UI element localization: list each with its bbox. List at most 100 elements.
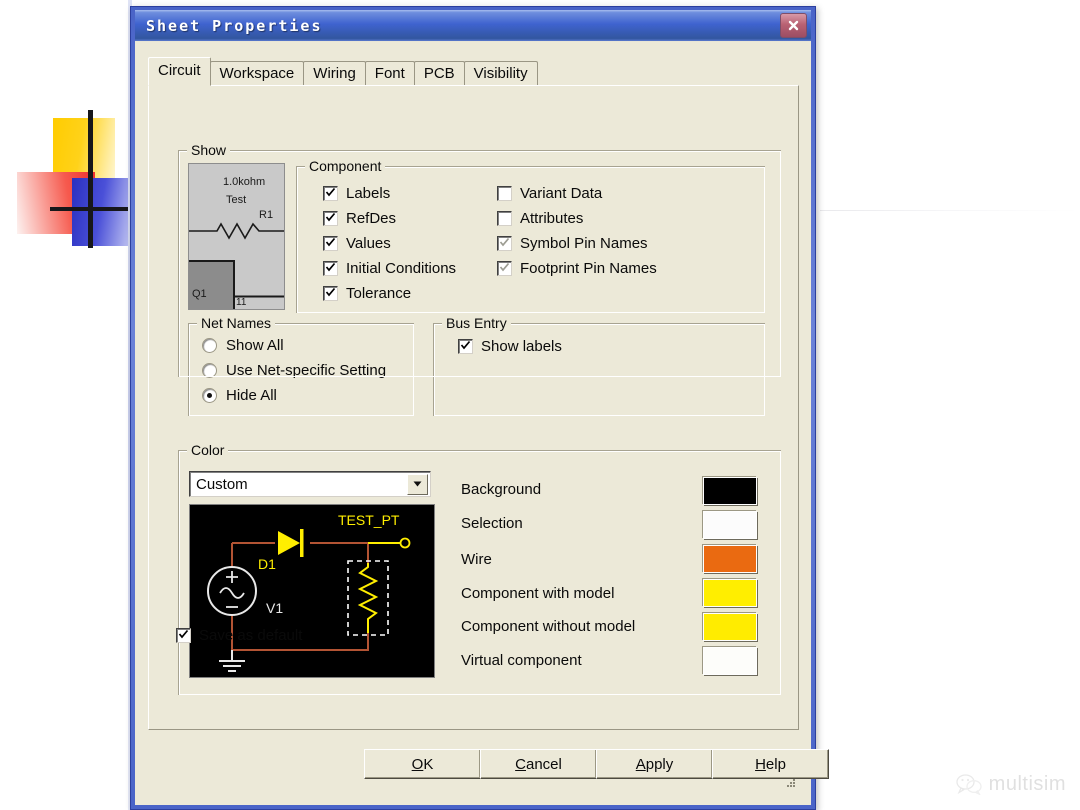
- watermark-text: multisim: [988, 773, 1066, 795]
- swatch-component-with-model[interactable]: [703, 579, 757, 607]
- svg-text:D1: D1: [258, 556, 276, 572]
- swatch-label-wire: Wire: [461, 551, 492, 568]
- tab-circuit[interactable]: Circuit: [148, 57, 211, 86]
- swatch-label-component-with-model: Component with model: [461, 585, 615, 602]
- checkbox-attributes-label: Attributes: [520, 210, 584, 227]
- ok-accel: O: [411, 755, 424, 773]
- radio-hide-all-label: Hide All: [226, 387, 277, 404]
- checkbox-symbol-pin-names: Symbol Pin Names: [497, 235, 648, 252]
- cancel-button[interactable]: Cancel: [480, 749, 597, 779]
- checkbox-symbol-pin-names-box: [497, 236, 512, 251]
- circuit-schematic-icon: TEST_PT D1 V1: [207, 512, 411, 672]
- checkbox-initial-conditions[interactable]: Initial Conditions: [323, 260, 456, 277]
- show-group: Show 1.0kohm Test R1 Q1 11 Component Lab…: [178, 142, 781, 416]
- color-scheme-dropdown[interactable]: Custom: [189, 471, 431, 497]
- checkbox-refdes-label: RefDes: [346, 210, 397, 227]
- radio-show-all[interactable]: Show All: [202, 337, 284, 354]
- dialog-button-bar: OK Cancel Apply Help: [148, 734, 829, 792]
- checkmark-icon: [460, 340, 471, 350]
- checkbox-show-labels-label: Show labels: [481, 338, 562, 355]
- tab-workspace[interactable]: Workspace: [209, 61, 305, 85]
- swatch-label-background: Background: [461, 481, 542, 498]
- window-title: Sheet Properties: [146, 16, 323, 35]
- bus-entry-group-title: Bus Entry: [442, 315, 511, 331]
- swatch-background[interactable]: [703, 477, 757, 505]
- swatch-wire[interactable]: [703, 545, 757, 573]
- decorative-background-art: [0, 0, 130, 810]
- checkbox-show-labels[interactable]: Show labels: [458, 338, 562, 355]
- svg-text:V1: V1: [266, 600, 283, 616]
- tab-wiring[interactable]: Wiring: [303, 61, 366, 85]
- watermark: multisim: [956, 773, 1066, 796]
- show-group-title: Show: [187, 142, 231, 158]
- tab-pcb[interactable]: PCB: [413, 61, 465, 85]
- chevron-down-icon: [407, 473, 428, 495]
- bus-entry-group: Bus Entry Show labels: [433, 315, 765, 416]
- tab-page-circuit: Show 1.0kohm Test R1 Q1 11 Component Lab…: [148, 85, 799, 730]
- dialog-client-area: Circuit Workspace Wiring Font PCB Visibi…: [135, 41, 829, 805]
- help-button[interactable]: Help: [712, 749, 829, 779]
- checkbox-variant-data-label: Variant Data: [520, 185, 603, 202]
- preview-name-label: Test: [226, 194, 247, 206]
- decor-blue-square: [72, 178, 128, 246]
- component-group-title: Component: [305, 158, 386, 174]
- tab-visibility[interactable]: Visibility: [463, 61, 538, 85]
- checkbox-values-label: Values: [346, 235, 391, 252]
- checkmark-icon: [325, 287, 336, 297]
- checkmark-icon: [325, 187, 336, 197]
- resize-grip-icon[interactable]: [784, 777, 797, 790]
- tab-font[interactable]: Font: [364, 61, 415, 85]
- net-names-group: Net Names Show All Use Net-specific Sett…: [188, 315, 414, 416]
- checkbox-symbol-pin-names-label: Symbol Pin Names: [520, 235, 648, 252]
- radio-use-net-specific[interactable]: Use Net-specific Setting: [202, 362, 386, 379]
- decor-faint-line: [820, 210, 1080, 211]
- wechat-icon: [956, 774, 982, 795]
- checkbox-variant-data[interactable]: Variant Data: [497, 185, 602, 202]
- checkbox-labels-label: Labels: [346, 185, 391, 202]
- checkbox-refdes[interactable]: RefDes: [323, 210, 396, 227]
- help-accel: H: [755, 755, 766, 773]
- help-rest: elp: [765, 755, 786, 773]
- close-button[interactable]: [780, 13, 807, 38]
- checkbox-show-labels-box: [458, 339, 473, 354]
- apply-rest: pply: [645, 755, 674, 773]
- checkbox-refdes-box: [323, 211, 338, 226]
- checkbox-tolerance-label: Tolerance: [346, 285, 412, 302]
- checkbox-values[interactable]: Values: [323, 235, 391, 252]
- svg-text:TEST_PT: TEST_PT: [338, 512, 400, 528]
- radio-use-net-specific-label: Use Net-specific Setting: [226, 362, 387, 379]
- swatch-virtual-component[interactable]: [703, 647, 757, 675]
- decor-yellow-square: [53, 118, 115, 180]
- decor-vertical-bar: [88, 110, 93, 248]
- checkbox-variant-data-box: [497, 186, 512, 201]
- radio-hide-all-circle: [202, 388, 217, 403]
- checkbox-attributes-box: [497, 211, 512, 226]
- ok-button[interactable]: OK: [364, 749, 481, 779]
- checkbox-attributes[interactable]: Attributes: [497, 210, 583, 227]
- checkmark-icon: [499, 237, 510, 247]
- radio-show-all-label: Show All: [226, 337, 284, 354]
- checkmark-icon: [325, 212, 336, 222]
- checkmark-icon: [325, 237, 336, 247]
- swatch-label-selection: Selection: [461, 515, 523, 532]
- apply-button[interactable]: Apply: [596, 749, 713, 779]
- preview-resistor-icon: [189, 222, 284, 240]
- preview-pin-label: 11: [236, 297, 247, 308]
- checkbox-labels[interactable]: Labels: [323, 185, 390, 202]
- checkbox-initial-conditions-label: Initial Conditions: [346, 260, 457, 277]
- color-scheme-value: Custom: [196, 475, 248, 493]
- checkbox-save-as-default-label: Save as default: [199, 627, 303, 644]
- radio-hide-all[interactable]: Hide All: [202, 387, 277, 404]
- swatch-component-without-model[interactable]: [703, 613, 757, 641]
- swatch-selection[interactable]: [703, 511, 757, 539]
- cancel-rest: ancel: [525, 755, 562, 773]
- preview-transistor-block: [189, 260, 235, 309]
- checkbox-save-as-default[interactable]: Save as default: [176, 627, 302, 644]
- color-group-title: Color: [187, 442, 229, 458]
- checkbox-tolerance[interactable]: Tolerance: [323, 285, 411, 302]
- checkbox-footprint-pin-names-box: [497, 261, 512, 276]
- apply-accel: A: [635, 755, 646, 773]
- tab-strip: Circuit Workspace Wiring Font PCB Visibi…: [148, 57, 799, 86]
- title-bar[interactable]: Sheet Properties: [135, 10, 811, 41]
- close-icon: [788, 20, 799, 31]
